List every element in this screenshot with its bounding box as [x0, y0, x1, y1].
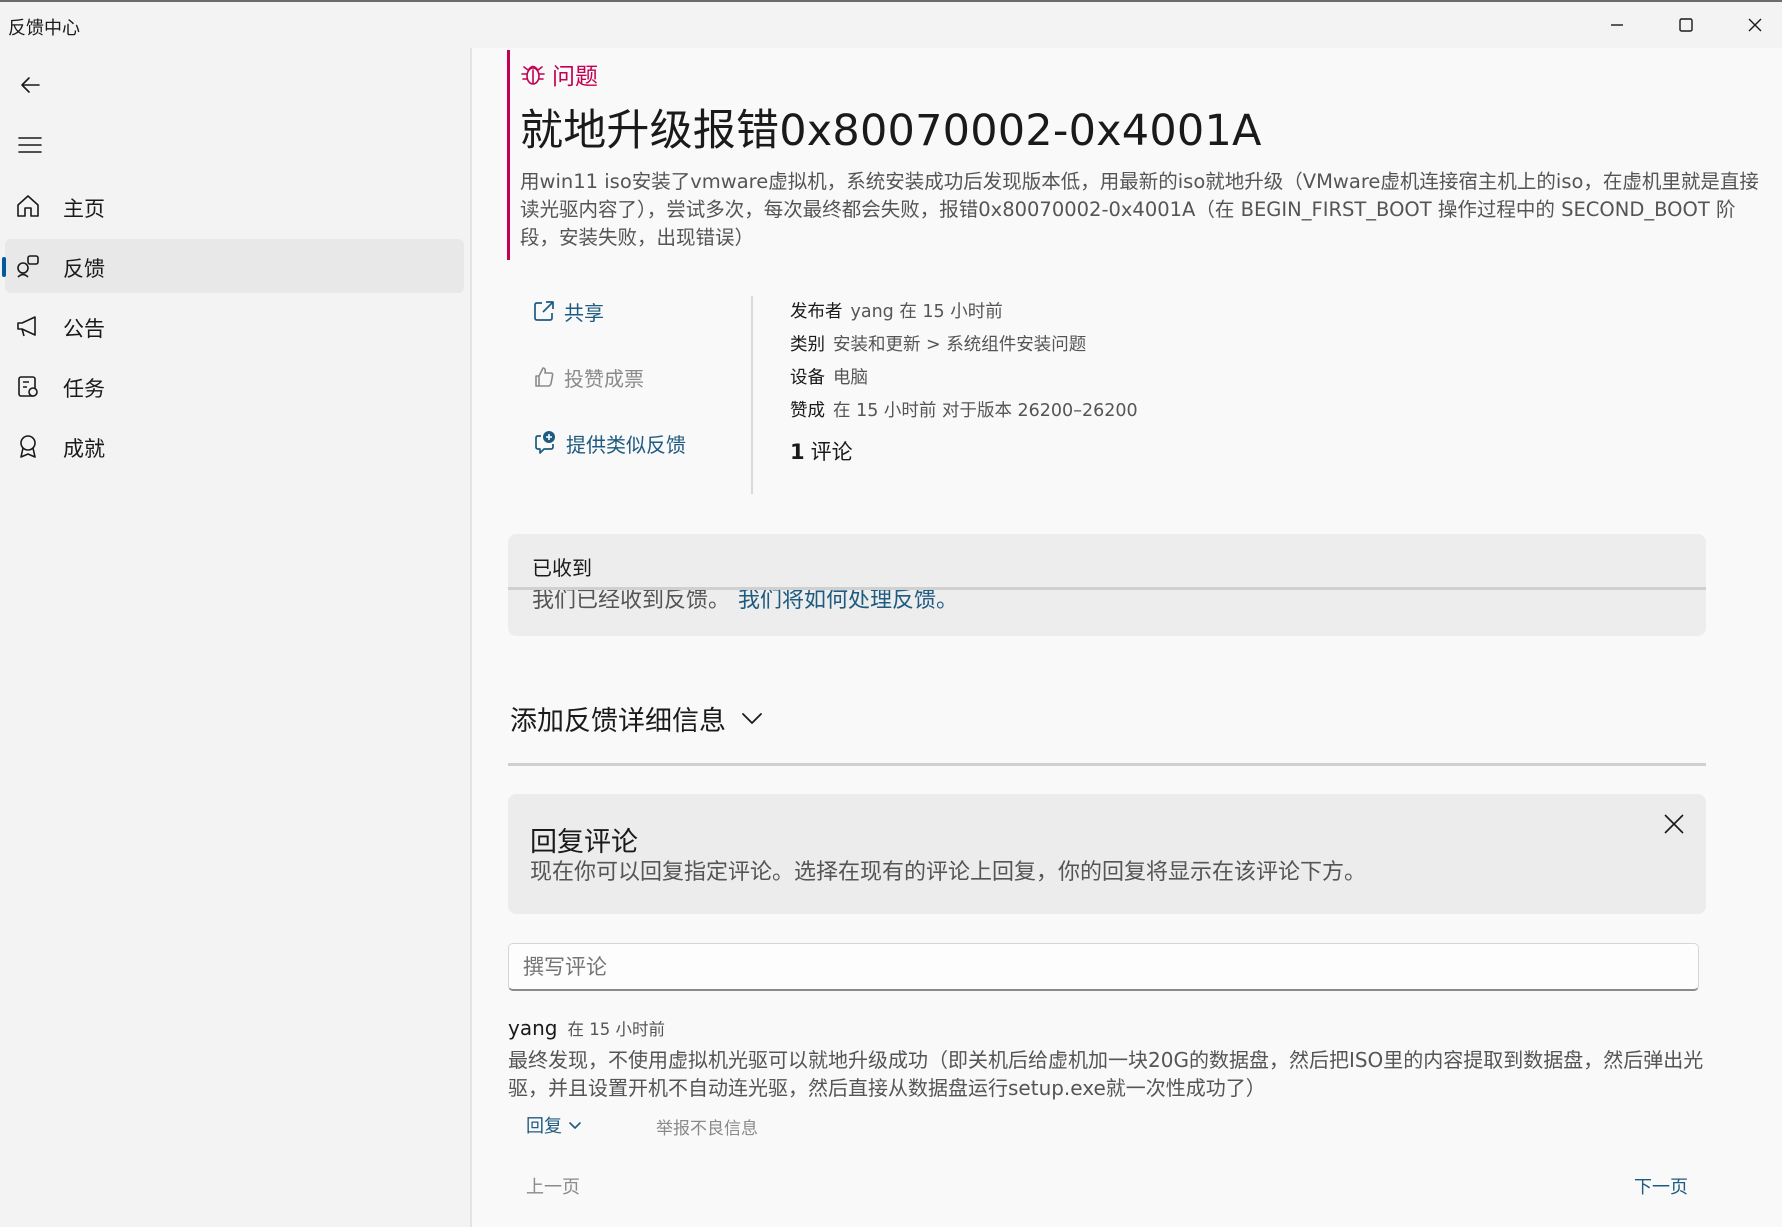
back-button[interactable]	[10, 65, 50, 105]
dismiss-reply-card-button[interactable]	[1654, 804, 1694, 844]
similar-feedback-button[interactable]: 提供类似反馈	[532, 425, 686, 461]
app-title: 反馈中心	[8, 18, 80, 39]
upvote-button[interactable]: 投赞成票	[532, 359, 644, 395]
status-heading: 已收到	[532, 556, 592, 580]
issue-description: 用win11 iso安装了vmware虚拟机，系统安装成功后发现版本低，用最新的…	[520, 170, 1759, 249]
close-icon	[1748, 18, 1762, 32]
share-label: 共享	[564, 300, 604, 325]
sidebar-item-label: 反馈	[63, 257, 105, 281]
add-details-expander[interactable]: 添加反馈详细信息	[510, 700, 764, 737]
minimize-icon	[1611, 24, 1623, 26]
maximize-icon	[1679, 18, 1693, 32]
previous-page-button[interactable]: 上一页	[526, 1173, 580, 1199]
feedback-metadata: 发布者 yang 在 15 小时前 类别 安装和更新 > 系统组件安装问题 设备 电脑…	[790, 296, 1138, 428]
sidebar-item-label: 任务	[63, 377, 105, 401]
close-window-button[interactable]	[1720, 2, 1782, 48]
thumbs-up-icon	[535, 367, 554, 387]
sidebar-item-label: 成就	[63, 437, 105, 461]
sidebar-item-label: 公告	[63, 317, 105, 341]
how-we-handle-feedback-link[interactable]: 我们将如何处理反馈。	[738, 588, 958, 613]
sidebar-item-feedback[interactable]: 反馈	[2, 239, 464, 293]
reply-info-card: 回复评论 现在你可以回复指定评论。选择在现有的评论上回复，你的回复将显示在该评论…	[508, 794, 1706, 914]
selection-indicator	[2, 257, 6, 277]
badge-icon	[20, 435, 36, 458]
report-abuse-button[interactable]: 举报不良信息	[656, 1114, 758, 1139]
bug-icon	[521, 65, 545, 85]
sidebar-item-label: 主页	[63, 197, 105, 221]
maximize-button[interactable]	[1651, 2, 1721, 48]
comment-author: yang	[508, 1016, 558, 1040]
section-divider	[508, 763, 1706, 766]
comment-actions: 回复 举报不良信息	[526, 1112, 926, 1140]
issue-type: 问题	[520, 58, 598, 90]
sidebar-item-announcements[interactable]: 公告	[5, 299, 464, 353]
sidebar: 主页 反馈 公告 任务 成就	[0, 48, 470, 1227]
minimize-button[interactable]	[1582, 2, 1652, 48]
title-bar: 反馈中心	[0, 0, 1782, 48]
comment-count: 1 评论	[790, 440, 853, 464]
meta-upvote: 赞成在 15 小时前 对于版本 26200–26200	[790, 401, 1138, 421]
reply-button[interactable]: 回复	[526, 1112, 582, 1138]
back-arrow-icon	[21, 77, 40, 93]
next-page-button[interactable]: 下一页	[1634, 1173, 1688, 1199]
chevron-down-icon	[569, 1122, 581, 1129]
issue-accent-bar	[507, 50, 510, 260]
comment-input[interactable]	[508, 943, 1699, 991]
reply-label: 回复	[526, 1116, 562, 1137]
add-feedback-icon	[535, 431, 555, 454]
similar-feedback-label: 提供类似反馈	[566, 432, 686, 457]
meta-publisher: 发布者 yang 在 15 小时前	[790, 302, 1003, 322]
comment-item: yang 在 15 小时前 最终发现，不使用虚拟机光驱可以就地升级成功（即关机后给…	[508, 1016, 1728, 1102]
comment-time: 在 15 小时前	[567, 1020, 665, 1039]
chevron-down-icon	[742, 713, 762, 724]
comment-body: 最终发现，不使用虚拟机光驱可以就地升级成功（即关机后给虚机加一块20G的数据盘，…	[508, 1048, 1704, 1100]
add-details-label: 添加反馈详细信息	[510, 705, 726, 737]
sidebar-item-tasks[interactable]: 任务	[5, 359, 464, 413]
sidebar-item-home[interactable]: 主页	[5, 179, 464, 233]
upvote-label: 投赞成票	[564, 366, 644, 391]
meta-category: 类别 安装和更新 > 系统组件安装问题	[790, 335, 1087, 355]
share-button[interactable]: 共享	[532, 293, 604, 329]
menu-toggle-button[interactable]	[10, 125, 50, 165]
sidebar-item-achievements[interactable]: 成就	[5, 419, 464, 473]
feedback-detail: 问题 就地升级报错0x80070002-0x4001A 用win11 iso安装…	[472, 48, 1782, 1227]
section-divider	[508, 587, 1706, 590]
issue-type-label: 问题	[552, 64, 598, 90]
reply-card-text: 现在你可以回复指定评论。选择在现有的评论上回复，你的回复将显示在该评论下方。	[530, 860, 1367, 885]
issue-title: 就地升级报错0x80070002-0x4001A	[520, 106, 1262, 156]
task-icon	[18, 376, 38, 397]
status-received-card: 已收到 我们已经收到反馈。 我们将如何处理反馈。	[508, 534, 1706, 636]
actions-divider	[751, 296, 753, 494]
meta-device: 设备 电脑	[790, 368, 868, 388]
home-icon	[17, 195, 39, 217]
close-icon	[1664, 814, 1684, 834]
share-icon	[534, 301, 554, 321]
megaphone-icon	[17, 316, 36, 337]
feedback-icon	[17, 255, 39, 278]
hamburger-icon	[18, 137, 42, 153]
